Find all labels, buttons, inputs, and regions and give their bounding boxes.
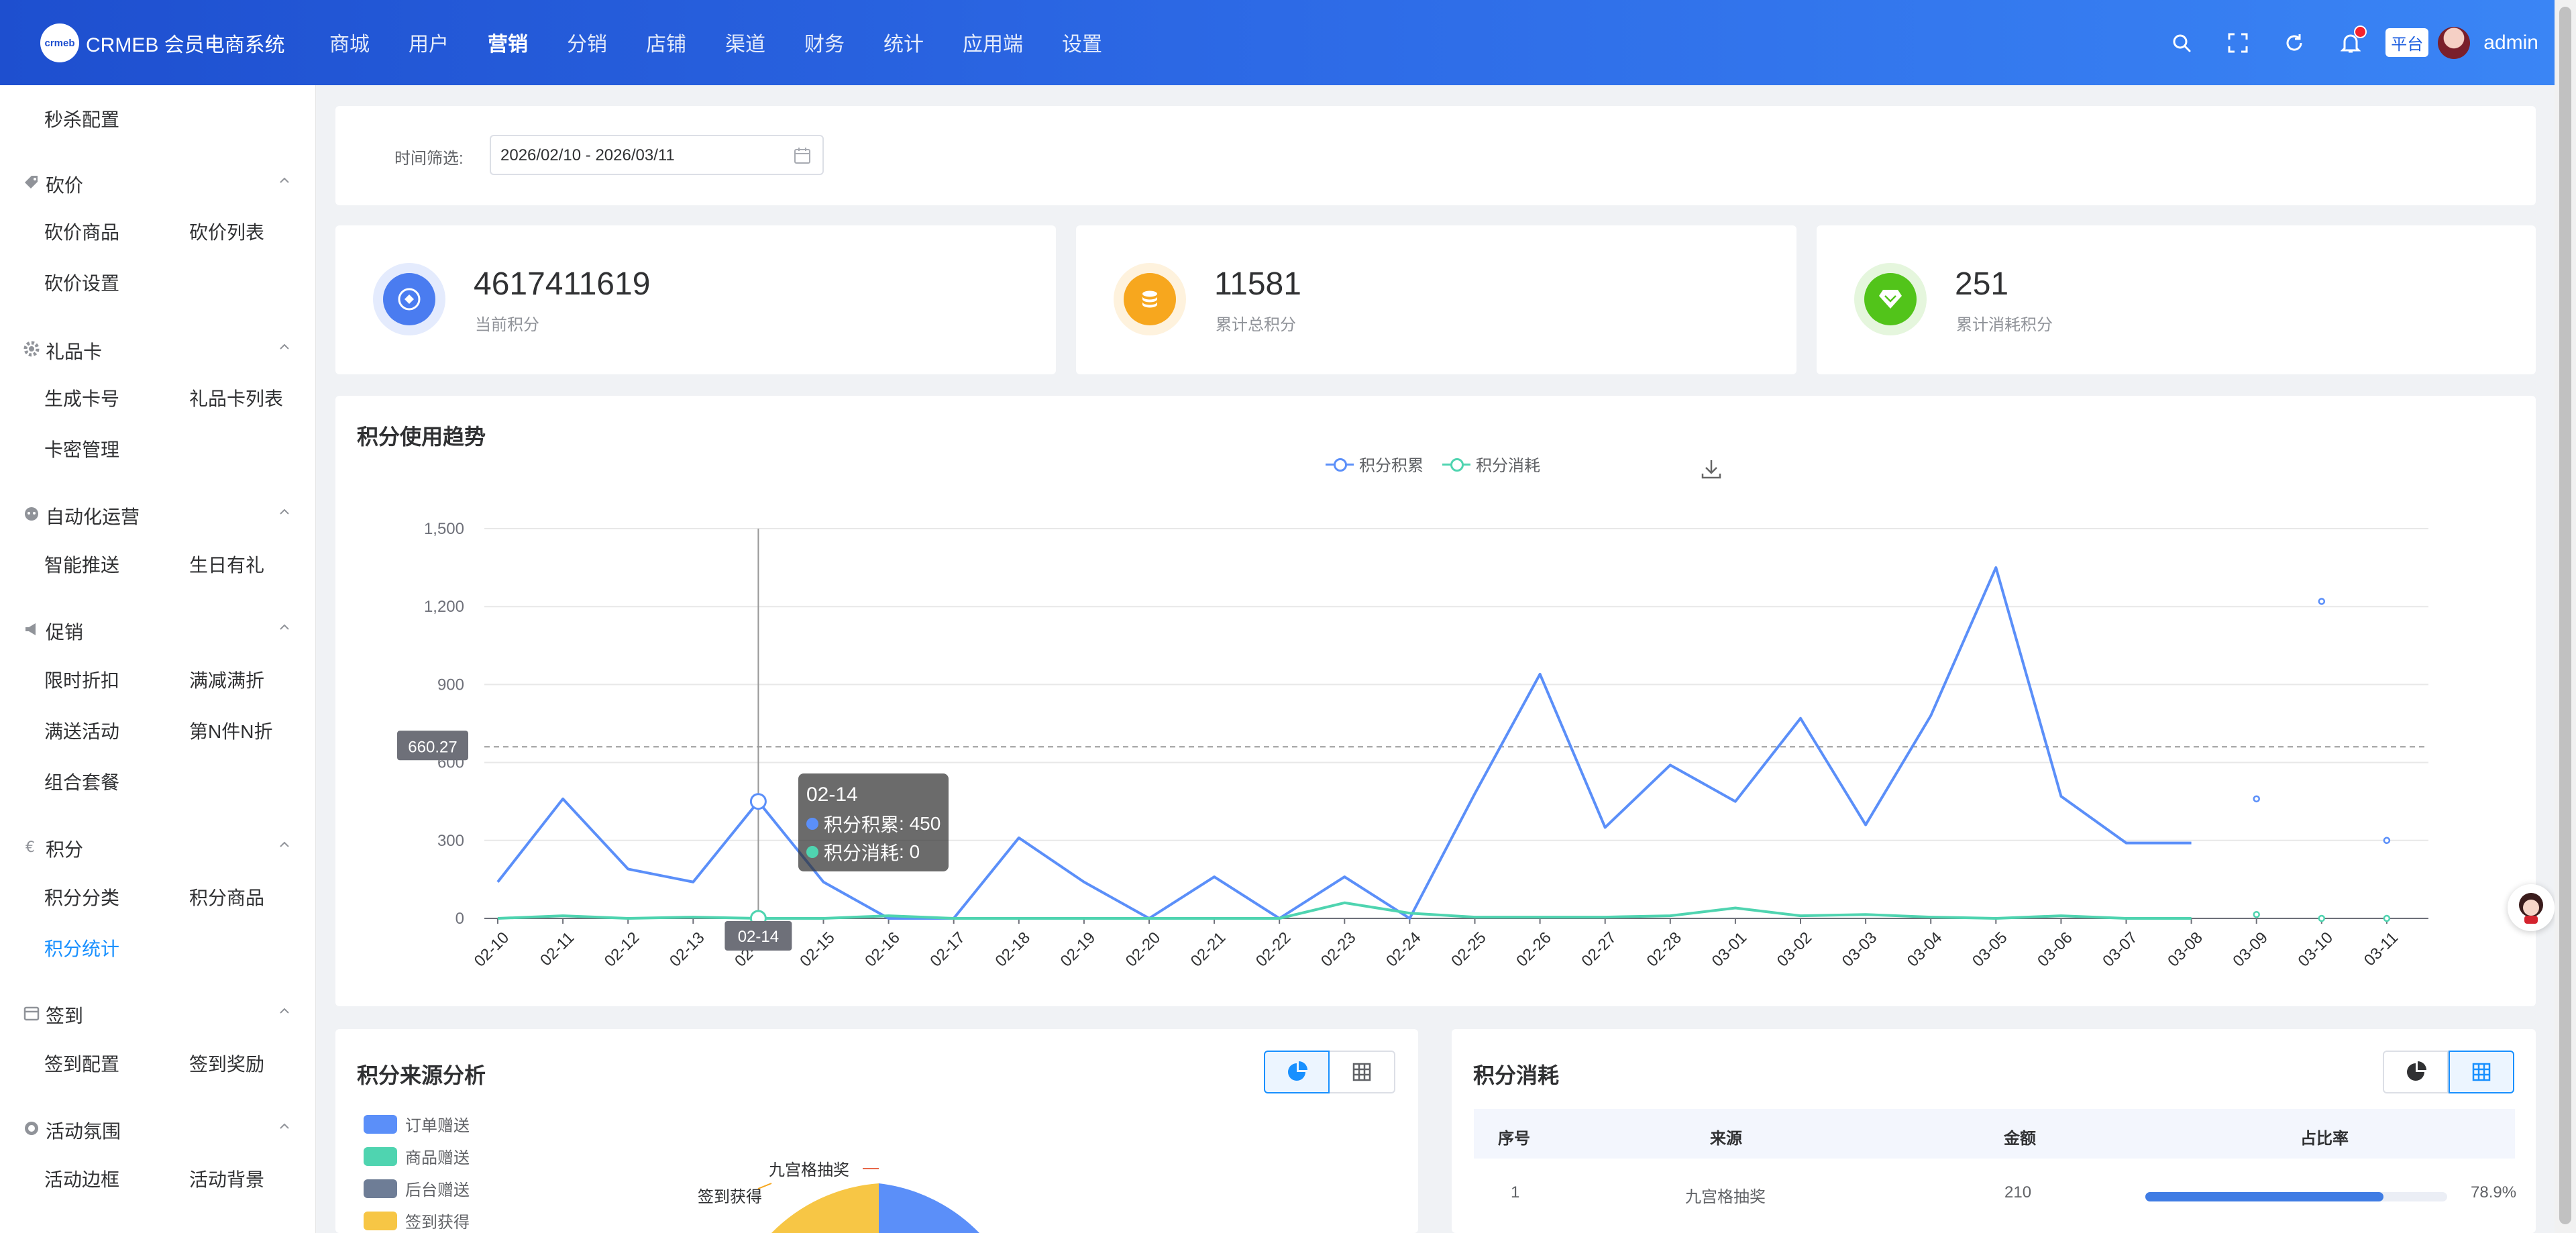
consume-table-header: 序号 来源 金额 占比率 (1474, 1109, 2515, 1159)
column-header-ratio: 占比率 (2300, 1130, 2349, 1148)
x-tick-label: 03-07 (2099, 928, 2141, 971)
x-tick-label: 02-28 (1644, 928, 1686, 971)
x-tick-label: 03-08 (2164, 928, 2206, 971)
series-line-0 (496, 566, 2192, 920)
x-tick-label: 02-15 (796, 928, 839, 971)
tooltip-series-name: 积分消耗 (824, 843, 900, 863)
data-point (2253, 910, 2260, 918)
x-tick-label: 02-11 (537, 928, 578, 969)
tooltip-row-accumulate: 积分积累: 450 (806, 810, 941, 837)
points-source-card: 积分来源分析 订单赠送 商品赠送 后台赠送 签到获得 九宫格抽奖 签到获得 (335, 1029, 1418, 1233)
tooltip-series-value: 0 (909, 841, 920, 862)
x-tick-label: 02-21 (1187, 928, 1230, 971)
consume-view-toggle (2383, 1051, 2514, 1093)
y-tick-label: 1,200 (424, 598, 464, 616)
x-tick-label: 02-12 (601, 928, 643, 971)
x-tick-label: 02-25 (1448, 928, 1490, 971)
data-point (2318, 598, 2326, 605)
tooltip-series-name: 积分积累 (824, 814, 900, 835)
ratio-progress-bar (2145, 1192, 2447, 1201)
axis-pointer-label: 02-14 (738, 928, 779, 946)
x-tick-label: 02-19 (1057, 928, 1099, 971)
x-tick-label: 03-10 (2295, 928, 2337, 971)
column-header-index: 序号 (1498, 1130, 1530, 1148)
mark-line-label: 660.27 (408, 738, 457, 756)
pie-chart-icon (2407, 1061, 2426, 1081)
x-tick-label: 02-10 (471, 928, 513, 971)
x-tick-label: 03-02 (1774, 928, 1816, 971)
x-tick-label: 02-26 (1513, 928, 1555, 971)
x-tick-label: 03-05 (1969, 928, 2011, 971)
x-tick-label: 02-13 (666, 928, 708, 971)
cell-amount: 210 (2004, 1183, 2032, 1201)
cell-index: 1 (1511, 1183, 1520, 1201)
x-tick-label: 03-11 (2361, 928, 2402, 969)
y-tick-label: 300 (437, 832, 464, 850)
column-header-amount: 金额 (2004, 1130, 2036, 1148)
pie-slice-lottery (879, 1183, 979, 1233)
customer-service-avatar[interactable] (2508, 884, 2555, 931)
y-tick-label: 900 (437, 676, 464, 694)
data-point (2253, 795, 2260, 803)
chart-tooltip: 02-14 积分积累: 450 积分消耗: 0 (798, 773, 949, 871)
consume-title: 积分消耗 (1473, 1063, 1560, 1087)
data-point (2383, 914, 2391, 922)
y-tick-label: 0 (455, 910, 464, 928)
cell-ratio: 78.9% (2471, 1183, 2517, 1201)
column-header-source: 来源 (1710, 1130, 1742, 1148)
tooltip-row-consume: 积分消耗: 0 (806, 839, 920, 865)
x-tick-label: 03-03 (1839, 928, 1881, 971)
x-tick-label: 03-06 (2034, 928, 2076, 971)
cell-source: 九宫格抽奖 (1685, 1188, 1766, 1206)
tooltip-series-value: 450 (909, 813, 941, 834)
page-scrollbar[interactable] (2555, 0, 2576, 1233)
x-tick-label: 02-27 (1578, 928, 1620, 971)
hover-point (749, 793, 767, 810)
x-tick-label: 02-16 (861, 928, 904, 971)
table-view-button[interactable] (2449, 1051, 2514, 1093)
ratio-progress-fill (2145, 1192, 2384, 1201)
x-tick-label: 03-09 (2229, 928, 2271, 971)
pie-slice-sign-in (771, 1183, 879, 1233)
pie-label-lottery: 九宫格抽奖 (769, 1161, 849, 1179)
x-tick-label: 02-24 (1383, 928, 1425, 971)
x-tick-label: 02-18 (992, 928, 1034, 971)
pie-view-button[interactable] (2383, 1051, 2449, 1093)
scrollbar-thumb[interactable] (2559, 7, 2571, 1224)
data-point (2383, 837, 2391, 845)
tooltip-date: 02-14 (806, 784, 858, 806)
x-tick-label: 02-23 (1318, 928, 1360, 971)
x-tick-label: 03-04 (1904, 928, 1946, 971)
y-tick-label: 1,500 (424, 520, 464, 538)
source-pie-chart (757, 1168, 979, 1233)
table-icon (2472, 1063, 2491, 1081)
x-tick-label: 02-22 (1252, 928, 1295, 971)
x-tick-label: 02-17 (926, 928, 969, 971)
x-tick-label: 02-20 (1122, 928, 1165, 971)
data-point (2318, 914, 2326, 922)
pie-label-sign-in: 签到获得 (698, 1188, 762, 1206)
x-tick-label: 03-01 (1709, 928, 1751, 971)
